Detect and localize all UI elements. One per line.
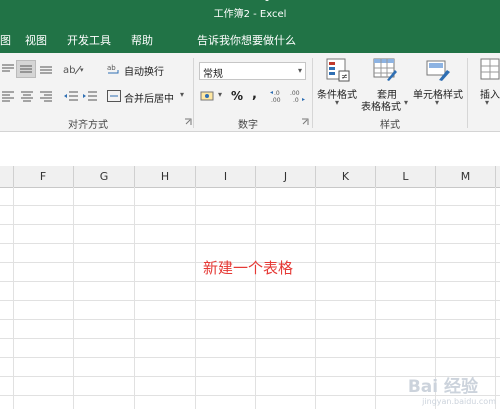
title-bar: 工作簿2 - Excel <box>0 0 500 24</box>
insert-button[interactable]: 插入 <box>480 86 500 101</box>
window-title: 工作簿2 - Excel <box>213 9 287 20</box>
increase-indent-icon[interactable] <box>82 90 98 102</box>
tab-help[interactable]: 帮助 <box>131 32 153 48</box>
merge-center-icon <box>107 90 121 102</box>
number-format-value: 常规 <box>203 69 223 80</box>
watermark-url: jingyan.baidu.com <box>422 397 496 406</box>
insert-cells-icon <box>480 58 500 80</box>
column-header-bar: F G H I J K L M <box>0 166 500 188</box>
ribbon-tab-bar: 图 视图 开发工具 帮助 告诉我你想要做什么 <box>0 24 500 67</box>
tell-me-search[interactable]: 告诉我你想要做什么 <box>197 32 296 48</box>
column-header-j[interactable]: J <box>256 166 316 187</box>
svg-text:ab: ab <box>63 65 75 76</box>
formula-bar[interactable] <box>0 132 500 157</box>
align-middle-button[interactable] <box>16 60 36 78</box>
grid-line <box>0 319 500 320</box>
annotation-text: 新建一个表格 <box>203 259 294 277</box>
svg-text:ab: ab <box>107 64 116 72</box>
grid-line <box>0 281 500 282</box>
chevron-down-icon: ▾ <box>297 66 302 75</box>
ribbon: ab ▾ ab 自动换行 合并后居中 ▾ 对齐方式 常规 ▾ ▾ % , .0 … <box>0 53 500 132</box>
svg-text:≠: ≠ <box>341 72 348 81</box>
svg-text:.00: .00 <box>290 90 300 97</box>
comma-button[interactable]: , <box>252 87 257 102</box>
grid-line <box>0 243 500 244</box>
column-header-h[interactable]: H <box>135 166 196 187</box>
number-group-label: 数字 <box>238 120 258 131</box>
decrease-decimal-icon[interactable]: .00 .0 <box>289 88 305 104</box>
grid-line <box>0 205 500 206</box>
align-bottom-icon[interactable] <box>39 63 53 75</box>
align-center-icon[interactable] <box>20 90 34 102</box>
merge-dropdown-icon[interactable]: ▾ <box>180 90 184 99</box>
wrap-text-button[interactable]: 自动换行 <box>124 63 164 78</box>
group-separator <box>467 58 468 128</box>
column-header-partial[interactable] <box>0 166 14 187</box>
styles-group-label: 样式 <box>380 120 400 131</box>
tab-view[interactable]: 视图 <box>25 32 47 48</box>
percent-button[interactable]: % <box>231 89 243 103</box>
group-separator <box>312 58 313 128</box>
currency-icon[interactable] <box>200 89 218 103</box>
align-right-icon[interactable] <box>39 90 53 102</box>
grid-line <box>0 357 500 358</box>
column-header-m[interactable]: M <box>436 166 496 187</box>
grid-line <box>0 338 500 339</box>
align-top-icon[interactable] <box>1 63 15 75</box>
tab-developer[interactable]: 开发工具 <box>67 32 111 48</box>
align-middle-icon <box>20 65 32 73</box>
format-table-button[interactable]: 表格格式 <box>361 98 401 113</box>
alignment-launcher-icon[interactable] <box>184 118 192 126</box>
format-table-icon <box>373 58 397 81</box>
currency-dropdown-icon[interactable]: ▾ <box>218 90 222 99</box>
tab-partial[interactable]: 图 <box>0 32 11 48</box>
chevron-down-icon[interactable]: ▾ <box>485 98 489 107</box>
merge-center-button[interactable]: 合并后居中 <box>124 90 174 105</box>
group-separator <box>193 58 194 128</box>
title-marker-icon <box>265 0 269 1</box>
chevron-down-icon[interactable]: ▾ <box>335 98 339 107</box>
svg-text:.00: .00 <box>271 97 281 104</box>
align-left-icon[interactable] <box>1 90 15 102</box>
column-header-k[interactable]: K <box>316 166 376 187</box>
column-header-g[interactable]: G <box>74 166 135 187</box>
orientation-icon[interactable]: ab ▾ <box>63 62 85 76</box>
increase-decimal-icon[interactable]: .0 .00 <box>270 88 286 104</box>
chevron-down-icon[interactable]: ▾ <box>404 98 408 107</box>
column-header-i[interactable]: I <box>196 166 256 187</box>
column-header-f[interactable]: F <box>13 166 74 187</box>
grid-line <box>0 300 500 301</box>
svg-text:.0: .0 <box>274 90 280 97</box>
wrap-text-icon: ab <box>107 64 119 74</box>
number-launcher-icon[interactable] <box>301 118 309 126</box>
svg-text:.0: .0 <box>293 97 299 104</box>
grid-line <box>0 224 500 225</box>
watermark-logo: Bai 经验 <box>407 377 478 397</box>
number-format-select[interactable]: 常规 ▾ <box>199 62 306 80</box>
chevron-down-icon[interactable]: ▾ <box>435 98 439 107</box>
decrease-indent-icon[interactable] <box>63 90 79 102</box>
cell-styles-icon <box>426 60 450 81</box>
sheet-gap <box>0 156 500 166</box>
alignment-group-label: 对齐方式 <box>68 120 108 131</box>
conditional-format-icon: ≠ <box>326 58 350 82</box>
svg-text:▾: ▾ <box>80 66 84 74</box>
column-header-l[interactable]: L <box>376 166 436 187</box>
